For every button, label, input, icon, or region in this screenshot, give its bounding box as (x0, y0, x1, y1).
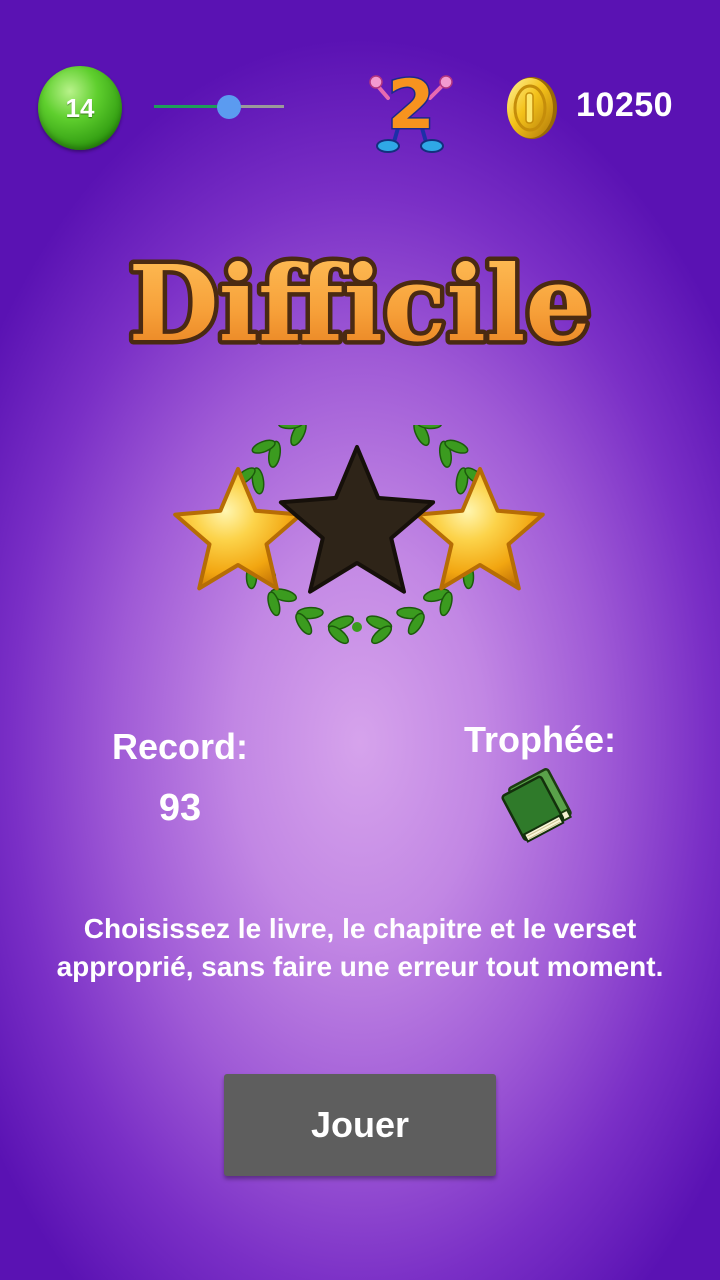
star-empty-icon (278, 445, 436, 594)
game-level-screen: 14 2 10250 Difficile Record: 93 Trophée:… (0, 0, 720, 1280)
level-number: 14 (65, 92, 95, 123)
record-value: 93 (158, 787, 202, 829)
difficulty-title: Difficile (124, 238, 596, 369)
level-description: Choisissez le livre, le chapitre et le v… (56, 913, 664, 982)
laurel-knot (352, 622, 362, 632)
level-badge: 14 (38, 66, 122, 150)
star-filled-icon (415, 467, 545, 591)
star-rating (173, 425, 545, 645)
volume-slider[interactable] (154, 94, 284, 120)
difficulty-title-text: Difficile (128, 242, 591, 365)
green-book-icon (501, 768, 573, 843)
slider-thumb[interactable] (217, 95, 242, 119)
coin-count: 10250 (576, 86, 674, 124)
svg-text:2: 2 (387, 66, 434, 145)
play-button[interactable]: Jouer (224, 1074, 496, 1176)
record-label: Record: (111, 726, 249, 767)
gold-coin-icon (507, 77, 557, 139)
star-filled-icon (173, 467, 303, 591)
trophy-label: Trophée: (463, 719, 616, 760)
number-two-mascot-icon: 2 (369, 65, 453, 153)
